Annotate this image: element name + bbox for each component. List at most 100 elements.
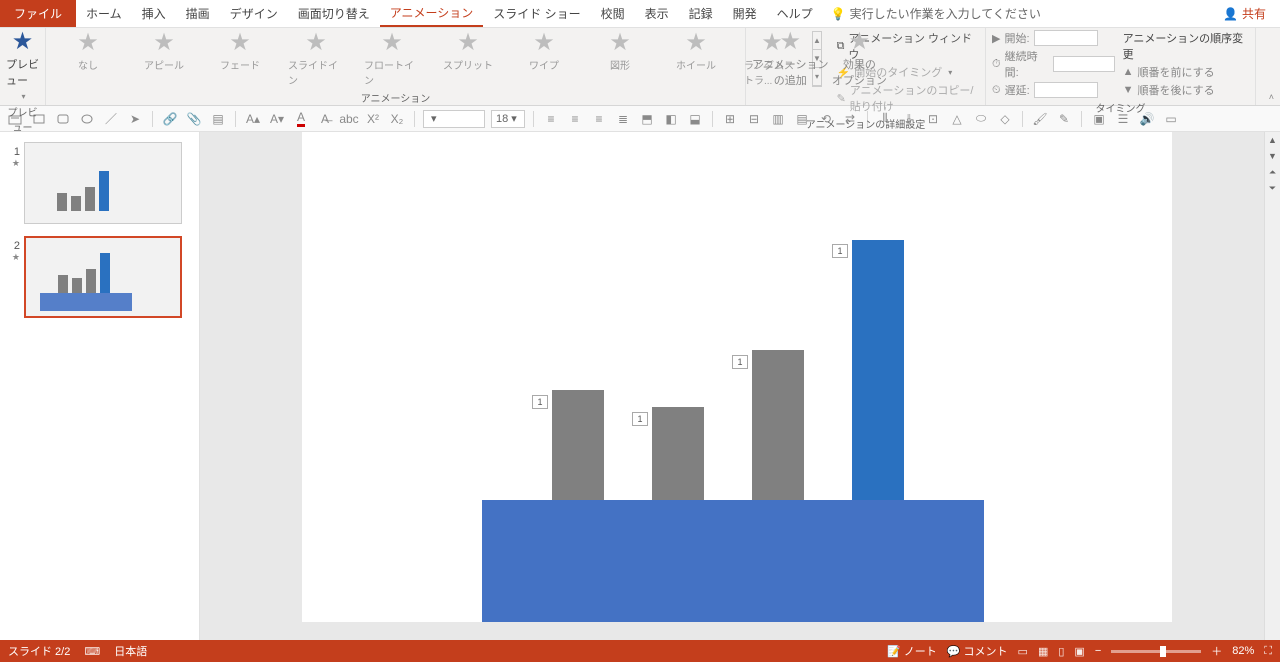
anim-none[interactable]: ★なし <box>60 31 116 72</box>
animation-tag[interactable]: 1 <box>832 244 848 258</box>
tab-file[interactable]: ファイル <box>0 0 76 27</box>
rounded-rect-icon[interactable] <box>54 110 72 128</box>
comments-button[interactable]: 💬 コメント <box>947 643 1008 659</box>
menu-bar: ファイル ホーム 挿入 描画 デザイン 画面切り替え アニメーション スライド … <box>0 0 1280 28</box>
font-color-icon[interactable]: A <box>292 110 310 128</box>
base-rectangle[interactable] <box>482 500 984 622</box>
delay-label: 遅延: <box>1005 82 1030 98</box>
tab-slideshow[interactable]: スライド ショー <box>483 0 590 27</box>
add-animation-button[interactable]: ★ アニメーション の追加 <box>752 30 829 88</box>
language-indicator[interactable]: 日本語 <box>114 643 147 659</box>
tab-help[interactable]: ヘルプ <box>767 0 823 27</box>
clear-format-icon[interactable]: A̶ <box>316 110 334 128</box>
tab-insert[interactable]: 挿入 <box>132 0 176 27</box>
align-center-icon[interactable]: ≡ <box>566 110 584 128</box>
duration-spin[interactable] <box>1053 56 1114 72</box>
spellcheck-icon[interactable]: ⌨ <box>84 645 100 658</box>
ellipse-icon[interactable] <box>78 110 96 128</box>
line-icon[interactable]: ／ <box>102 110 120 128</box>
scroll-down-icon[interactable]: ▼ <box>1265 148 1280 164</box>
scroll-up-icon[interactable]: ▲ <box>1265 132 1280 148</box>
slide-editor[interactable]: 1 1 1 1 ▲ ▼ ⏶ ⏷ <box>200 132 1280 640</box>
animation-tag[interactable]: 1 <box>632 412 648 426</box>
arrow-icon[interactable]: ➤ <box>126 110 144 128</box>
align-justify-icon[interactable]: ≣ <box>614 110 632 128</box>
font-size-value: 18 <box>496 113 508 125</box>
anim-fade[interactable]: ★フェード <box>212 31 268 72</box>
ribbon-group-preview: ★ プレビュー プレビュー <box>0 28 46 105</box>
fit-window-icon[interactable]: ⛶ <box>1264 645 1272 658</box>
prev-slide-icon[interactable]: ⏶ <box>1265 164 1280 180</box>
bar-shape-2[interactable] <box>652 407 704 500</box>
anim-wipe[interactable]: ★ワイプ <box>516 31 572 72</box>
slide-thumbnail-2[interactable] <box>24 236 182 318</box>
tab-record[interactable]: 記録 <box>679 0 723 27</box>
anim-floatin[interactable]: ★フロートイン <box>364 31 420 87</box>
collapse-ribbon-icon[interactable]: ˄ <box>1269 92 1274 102</box>
chart-icon[interactable]: ▤ <box>209 110 227 128</box>
subscript-icon[interactable]: X₂ <box>388 110 406 128</box>
animation-indicator-icon: ★ <box>6 252 20 263</box>
animation-tag[interactable]: 1 <box>532 395 548 409</box>
valign-top-icon[interactable]: ⬒ <box>638 110 656 128</box>
slide-canvas[interactable]: 1 1 1 1 <box>302 132 1172 622</box>
animation-tag[interactable]: 1 <box>732 355 748 369</box>
link-icon[interactable]: 🔗 <box>161 110 179 128</box>
bar-shape-3[interactable] <box>752 350 804 500</box>
anim-slidein[interactable]: ★スライドイン <box>288 31 344 87</box>
tab-home[interactable]: ホーム <box>76 0 132 27</box>
bar-shape-4[interactable] <box>852 240 904 500</box>
superscript-icon[interactable]: X² <box>364 110 382 128</box>
slide-thumbnail-1[interactable] <box>24 142 182 224</box>
preview-button[interactable]: ★ プレビュー <box>6 30 39 102</box>
slideshow-view-icon[interactable]: ▣ <box>1074 645 1084 658</box>
delay-spin[interactable] <box>1034 82 1098 98</box>
tab-developer[interactable]: 開発 <box>723 0 767 27</box>
tab-animations[interactable]: アニメーション <box>380 0 484 27</box>
attach-icon[interactable]: 📎 <box>185 110 203 128</box>
next-slide-icon[interactable]: ⏷ <box>1265 180 1280 196</box>
main-area: 1 ★ 2 ★ <box>0 132 1280 640</box>
anim-appear[interactable]: ★アピール <box>136 31 192 72</box>
strike-icon[interactable]: abc <box>340 110 358 128</box>
reading-view-icon[interactable]: ▯ <box>1058 645 1064 658</box>
tab-transitions[interactable]: 画面切り替え <box>288 0 380 27</box>
font-decrease-icon[interactable]: A▾ <box>268 110 286 128</box>
sorter-view-icon[interactable]: ▦ <box>1038 645 1048 658</box>
bar-shape-1[interactable] <box>552 390 604 500</box>
vertical-scrollbar[interactable]: ▲ ▼ ⏶ ⏷ <box>1264 132 1280 640</box>
normal-view-icon[interactable]: ▭ <box>1018 645 1028 658</box>
tab-view[interactable]: 表示 <box>635 0 679 27</box>
tab-design[interactable]: デザイン <box>220 0 288 27</box>
anim-label: アピール <box>144 57 184 72</box>
zoom-out-icon[interactable]: − <box>1095 645 1101 657</box>
font-size-combo[interactable]: 18 ▾ <box>491 110 525 128</box>
zoom-value[interactable]: 82% <box>1232 645 1254 657</box>
start-combo[interactable] <box>1034 30 1098 46</box>
move-later-button[interactable]: ▼順番を後にする <box>1123 82 1249 98</box>
slide-thumbnails-pane[interactable]: 1 ★ 2 ★ <box>0 132 200 640</box>
notes-button[interactable]: 📝 ノート <box>887 643 937 659</box>
font-combo[interactable]: ▾ <box>423 110 485 128</box>
dropdown-icon <box>19 90 25 102</box>
anim-wheel[interactable]: ★ホイール <box>668 31 724 72</box>
tab-review[interactable]: 校閲 <box>591 0 635 27</box>
valign-mid-icon[interactable]: ◧ <box>662 110 680 128</box>
zoom-in-icon[interactable]: ＋ <box>1211 643 1222 659</box>
tab-draw[interactable]: 描画 <box>176 0 220 27</box>
animation-gallery[interactable]: ★なし ★アピール ★フェード ★スライドイン ★フロートイン ★スプリット ★… <box>52 31 808 87</box>
align-right-icon[interactable]: ≡ <box>590 110 608 128</box>
move-earlier-button[interactable]: ▲順番を前にする <box>1123 64 1249 80</box>
anim-shape[interactable]: ★図形 <box>592 31 648 72</box>
share-button[interactable]: 👤 共有 <box>1209 0 1280 27</box>
group-icon[interactable]: ⊞ <box>721 110 739 128</box>
group-label-timing: タイミング <box>992 98 1249 117</box>
effect-options-button[interactable]: ★ 効果の オプション <box>832 30 887 88</box>
align-left-icon[interactable]: ≡ <box>542 110 560 128</box>
anim-split[interactable]: ★スプリット <box>440 31 496 72</box>
valign-bot-icon[interactable]: ⬓ <box>686 110 704 128</box>
font-increase-icon[interactable]: A▴ <box>244 110 262 128</box>
zoom-slider[interactable] <box>1111 650 1201 653</box>
duration-label: 継続時間: <box>1005 48 1050 80</box>
tell-me-search[interactable]: 💡 実行したい作業を入力してください <box>823 0 1049 27</box>
